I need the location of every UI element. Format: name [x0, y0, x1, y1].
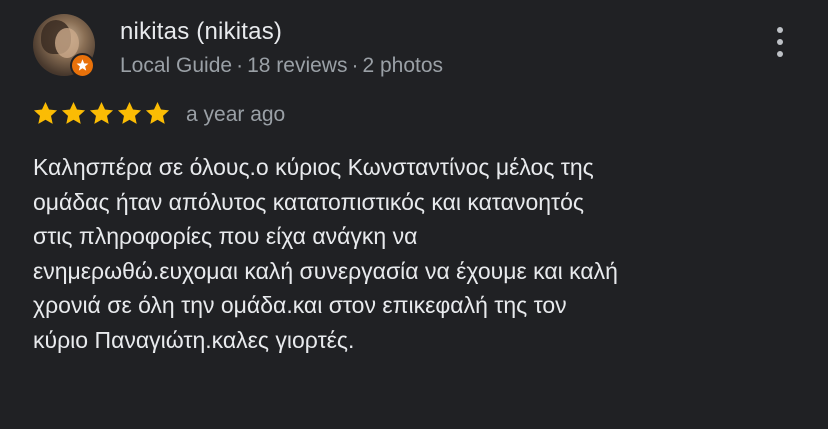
author-meta: Local Guide · 18 reviews · 2 photos — [120, 54, 443, 78]
star-icon — [61, 102, 86, 124]
review-card: nikitas (nikitas) Local Guide · 18 reviews… — [0, 0, 828, 429]
star-icon — [145, 102, 170, 124]
local-guide-badge-icon — [70, 53, 95, 78]
review-time: a year ago — [186, 103, 286, 126]
photos-count: 2 photos — [362, 54, 444, 77]
meta-separator: · — [351, 54, 359, 77]
more-vert-icon[interactable] — [768, 27, 792, 57]
star-icon — [117, 102, 142, 124]
local-guide-label: Local Guide — [120, 54, 233, 77]
star-rating — [32, 100, 171, 127]
review-text: Καλησπέρα σε όλους.ο κύριος Κωνσταντίνος… — [33, 154, 618, 353]
star-icon — [89, 102, 114, 124]
star-icon — [33, 102, 58, 124]
meta-separator: · — [236, 54, 244, 77]
author-name[interactable]: nikitas (nikitas) — [120, 18, 282, 46]
reviews-count: 18 reviews — [247, 54, 348, 77]
